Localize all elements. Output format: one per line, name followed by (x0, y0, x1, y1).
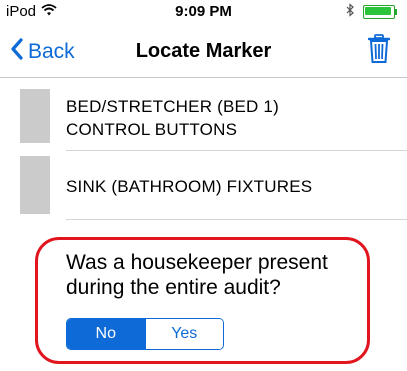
trash-icon (367, 34, 391, 68)
battery-icon (363, 5, 399, 19)
list-item[interactable]: BED/STRETCHER (BED 1) CONTROL BUTTONS (20, 85, 407, 145)
nav-bar: Back Locate Marker (0, 24, 407, 78)
answer-no-button[interactable]: No (67, 319, 145, 349)
list-item[interactable]: SINK (BATHROOM) FIXTURES (20, 156, 407, 214)
question-text: Was a housekeeper present during the ent… (66, 250, 328, 300)
page-title: Locate Marker (135, 40, 272, 62)
answer-yes-button[interactable]: Yes (144, 319, 223, 349)
question-card: Was a housekeeper present during the ent… (35, 237, 370, 364)
status-right (346, 3, 399, 21)
marker-label-line: CONTROL BUTTONS (66, 120, 238, 139)
row-divider (66, 150, 407, 151)
answer-segmented-control: No Yes (66, 318, 224, 350)
bluetooth-icon (346, 3, 355, 21)
question-line: during the entire audit? (66, 276, 281, 299)
delete-button[interactable] (367, 34, 391, 69)
marker-thumbnail (20, 156, 50, 214)
marker-thumbnail (20, 89, 50, 143)
marker-label-line: BED/STRETCHER (BED 1) (66, 97, 279, 116)
marker-label: BED/STRETCHER (BED 1) CONTROL BUTTONS (66, 95, 279, 141)
marker-label-line: SINK (BATHROOM) FIXTURES (66, 177, 313, 196)
marker-label: SINK (BATHROOM) FIXTURES (66, 175, 312, 198)
status-bar: iPod 9:09 PM (0, 0, 407, 24)
row-divider (66, 219, 407, 220)
question-line: Was a housekeeper present (66, 251, 328, 274)
